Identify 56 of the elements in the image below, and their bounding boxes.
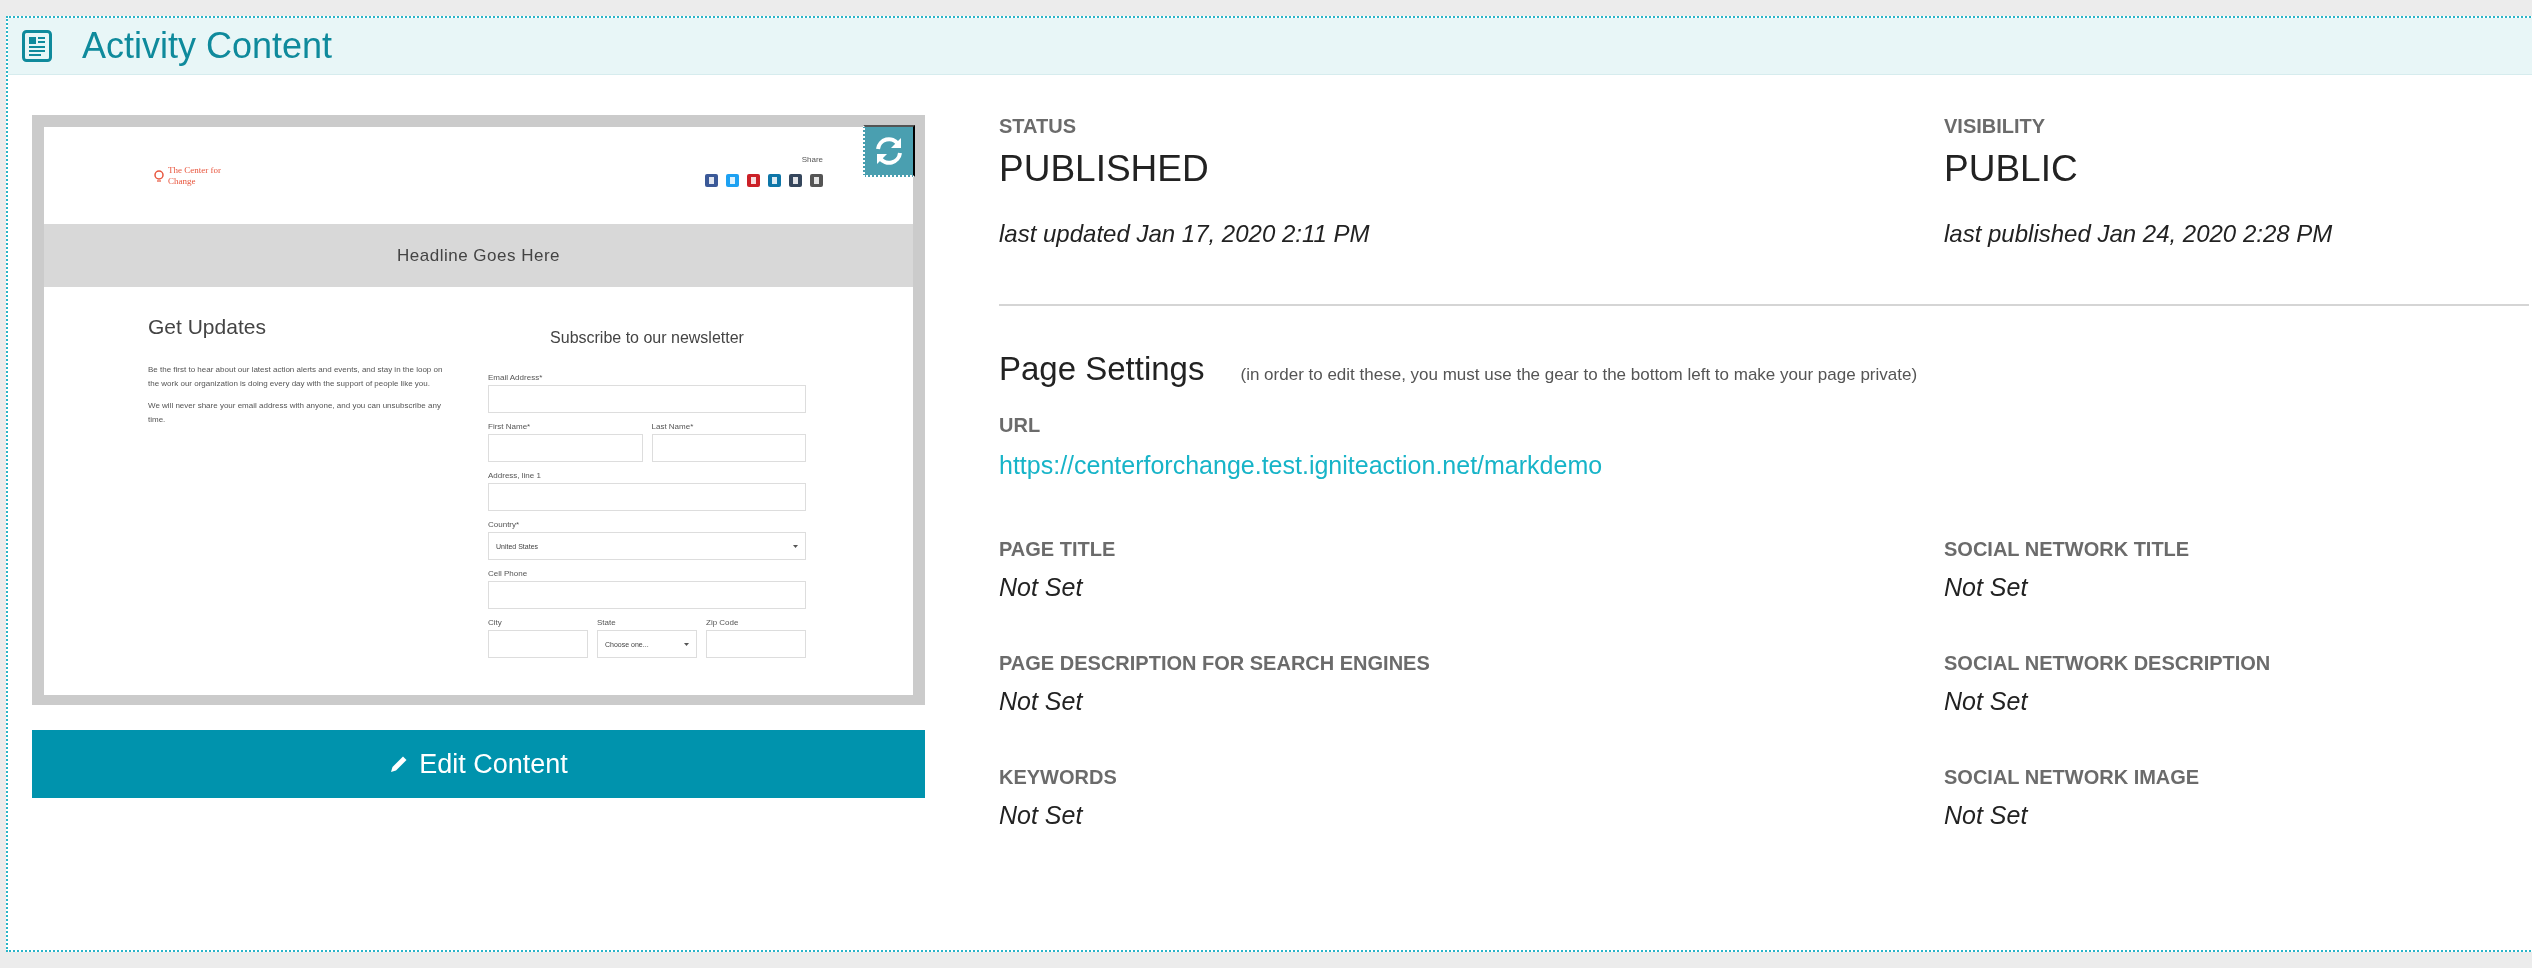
input-field[interactable] bbox=[488, 581, 806, 609]
input-field[interactable] bbox=[651, 434, 806, 462]
field-label: Last Name* bbox=[651, 422, 695, 431]
input-field[interactable] bbox=[488, 434, 643, 462]
refresh-button[interactable] bbox=[863, 125, 915, 177]
field-label: URL bbox=[999, 414, 1042, 437]
input-field[interactable] bbox=[488, 630, 588, 658]
field-value: Not Set bbox=[1944, 687, 2030, 716]
status-value: PUBLISHED bbox=[999, 148, 1210, 190]
field-label: State bbox=[597, 618, 617, 627]
input-field[interactable] bbox=[488, 385, 806, 413]
headline-text: Headline Goes Here bbox=[397, 245, 560, 266]
field-label: Zip Code bbox=[706, 618, 740, 627]
timestamp-text: last published Jan 24, 2020 2:28 PM bbox=[1944, 220, 2334, 248]
field-value: Not Set bbox=[1944, 573, 2030, 602]
field-label: SOCIAL NETWORK DESCRIPTION bbox=[1944, 652, 2272, 675]
field-label: Cell Phone bbox=[488, 569, 529, 578]
field-label: Address, line 1 bbox=[488, 471, 542, 480]
field-label: KEYWORDS bbox=[999, 766, 1118, 789]
field-label: VISIBILITY bbox=[1944, 115, 2047, 138]
field-label: PAGE DESCRIPTION FOR SEARCH ENGINES bbox=[999, 652, 1431, 675]
logo-icon bbox=[154, 169, 164, 182]
field-value: Not Set bbox=[999, 801, 1085, 830]
field-label: SOCIAL NETWORK TITLE bbox=[1944, 538, 2191, 561]
form-title: Subscribe to our newsletter bbox=[549, 329, 745, 347]
field-label: STATUS bbox=[999, 115, 1078, 138]
paragraph-text: We will never share your email address with anyone, and you can unsubscribe any time. bbox=[148, 400, 442, 426]
field-label: City bbox=[488, 618, 503, 627]
field-value: Not Set bbox=[999, 687, 1085, 716]
input-field[interactable] bbox=[706, 630, 806, 658]
panel-title: Activity Content bbox=[82, 25, 333, 67]
caret-icon bbox=[793, 544, 798, 548]
caret-icon bbox=[684, 642, 689, 646]
newspaper-icon bbox=[22, 30, 52, 62]
field-label: First Name* bbox=[488, 422, 532, 431]
paragraph-text: Be the first to hear about our latest action alerts and events, and stay in the loop on the work our organization is doing every day with the support of people like you. bbox=[148, 364, 444, 390]
field-label: Email Address* bbox=[488, 373, 544, 382]
section-title: Page Settings bbox=[999, 350, 1205, 388]
hint-text: (in order to edit these, you must use the gear to the bottom left to make your page private) bbox=[1240, 365, 1918, 385]
share-icon[interactable] bbox=[705, 174, 718, 187]
field-value: Not Set bbox=[1944, 801, 2030, 830]
input-field[interactable] bbox=[488, 483, 806, 511]
status-value: PUBLIC bbox=[1944, 148, 2079, 190]
edit-content-button[interactable]: Edit Content bbox=[32, 730, 925, 798]
share-label: Share bbox=[801, 155, 823, 164]
field-label: SOCIAL NETWORK IMAGE bbox=[1944, 766, 2201, 789]
share-icon[interactable] bbox=[789, 174, 802, 187]
share-icon[interactable] bbox=[810, 174, 823, 187]
field-label: Country* bbox=[488, 520, 521, 529]
field-value: Not Set bbox=[999, 573, 1085, 602]
field-label: PAGE TITLE bbox=[999, 538, 1117, 561]
share-icon[interactable] bbox=[747, 174, 760, 187]
timestamp-text: last updated Jan 17, 2020 2:11 PM bbox=[999, 220, 1371, 248]
logo-text: The Center for Change bbox=[168, 164, 222, 187]
section-heading: Get Updates bbox=[148, 315, 267, 339]
share-icon[interactable] bbox=[768, 174, 781, 187]
